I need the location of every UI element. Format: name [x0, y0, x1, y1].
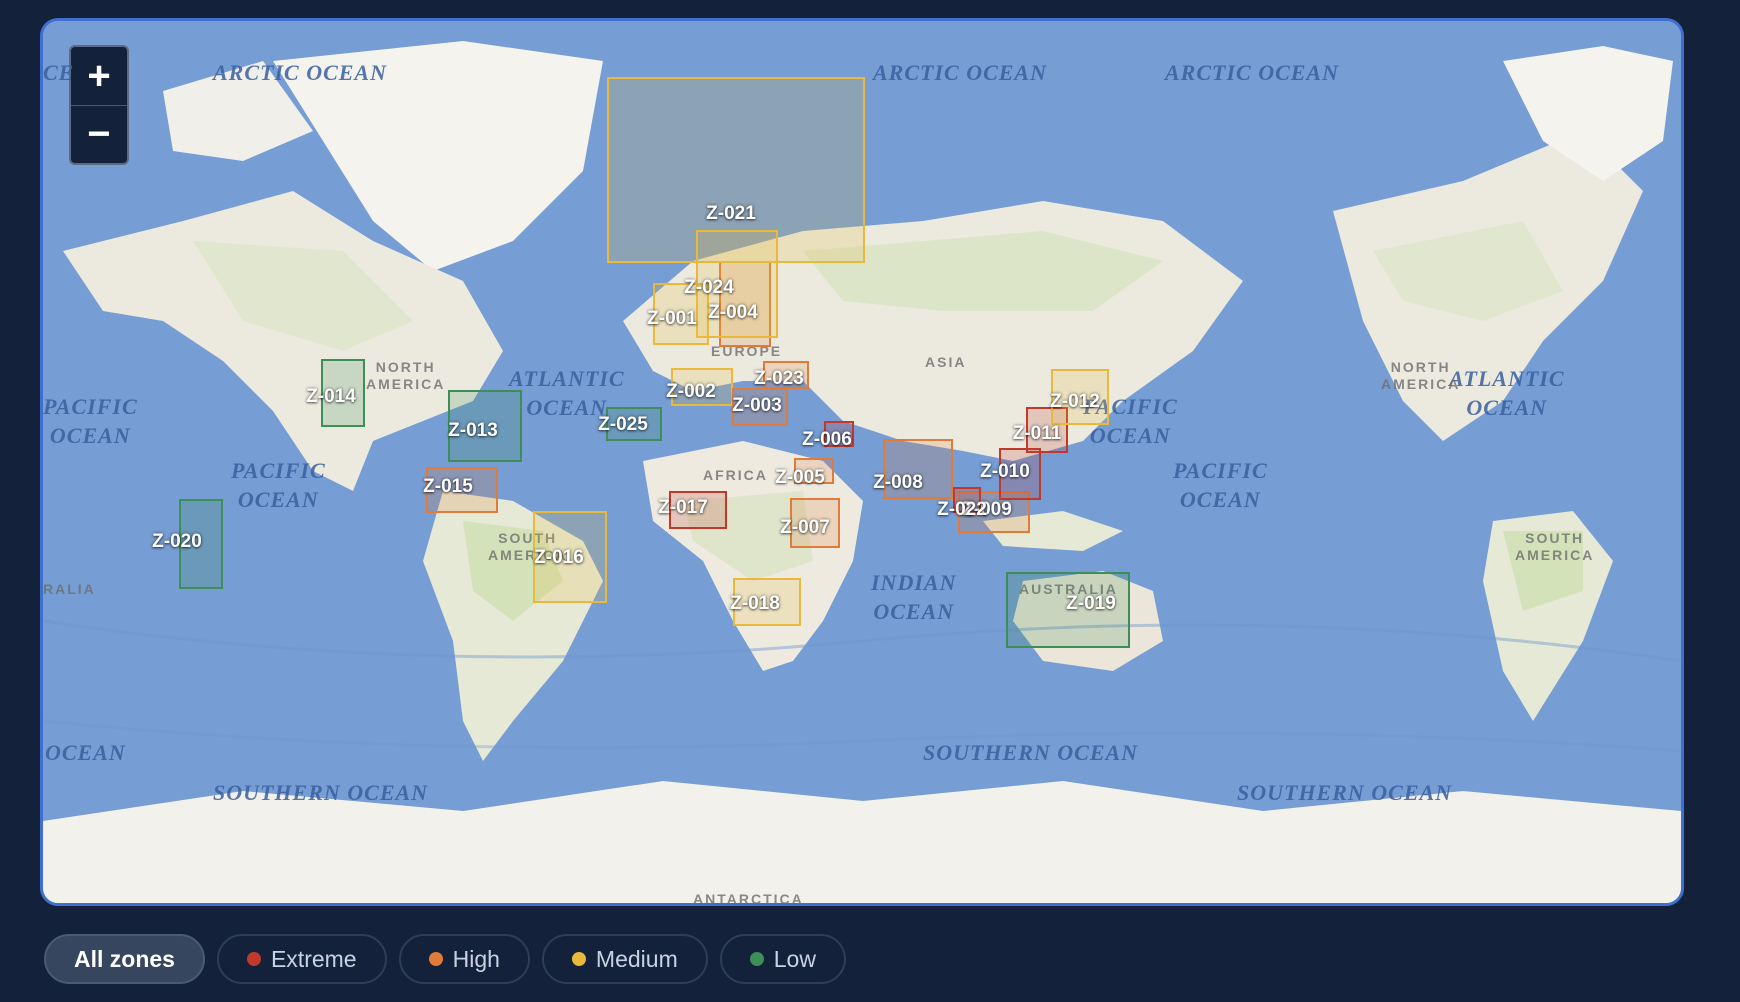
zoom-out-button[interactable]: −: [71, 104, 127, 164]
filter-chip-label: Extreme: [270, 945, 357, 972]
risk-zone-z-015[interactable]: [426, 467, 498, 513]
filter-chip-low[interactable]: Low: [719, 934, 846, 984]
zoom-control: + −: [69, 45, 129, 165]
risk-zone-z-012[interactable]: [1051, 369, 1109, 425]
risk-zone-z-018[interactable]: [733, 578, 801, 626]
risk-zone-z-017[interactable]: [669, 491, 727, 529]
risk-zone-z-005[interactable]: [794, 458, 834, 484]
risk-dot-icon: [749, 952, 764, 966]
risk-zone-z-008[interactable]: [883, 439, 953, 499]
risk-zone-z-025[interactable]: [606, 407, 662, 441]
risk-dot-icon: [428, 952, 443, 966]
risk-zone-z-002[interactable]: [671, 368, 733, 406]
risk-zone-z-022[interactable]: [953, 487, 981, 513]
risk-zone-z-023[interactable]: [763, 361, 809, 389]
filter-chip-label: Low: [773, 945, 816, 972]
risk-zone-z-019[interactable]: [1006, 572, 1130, 648]
risk-dot-icon: [571, 952, 586, 966]
risk-zone-z-010[interactable]: [999, 448, 1041, 500]
risk-zone-z-014[interactable]: [321, 359, 365, 427]
filter-chip-medium[interactable]: Medium: [541, 934, 708, 984]
filter-chip-label: Medium: [595, 945, 678, 972]
risk-dot-icon: [246, 952, 261, 966]
filter-chip-extreme[interactable]: Extreme: [216, 934, 387, 984]
zoom-in-button[interactable]: +: [71, 47, 127, 105]
filter-chip-label: High: [452, 945, 500, 972]
risk-zone-z-013[interactable]: [448, 390, 522, 462]
filter-chip-high[interactable]: High: [398, 934, 530, 984]
risk-zone-z-007[interactable]: [790, 498, 840, 548]
risk-zone-z-006[interactable]: [824, 421, 854, 447]
risk-zone-z-003[interactable]: [732, 388, 788, 426]
risk-filter-bar: All zones Extreme High Medium Low: [44, 934, 846, 984]
risk-zone-z-024[interactable]: [696, 230, 778, 338]
risk-zone-z-016[interactable]: [533, 511, 607, 603]
risk-zone-z-020[interactable]: [179, 499, 223, 589]
filter-chip-label: All zones: [74, 945, 175, 972]
map-view[interactable]: + − ARCTIC OCEAN ARCTIC OCEAN ARCTIC OCEAN…: [40, 18, 1684, 906]
filter-chip-all-zones[interactable]: All zones: [44, 934, 205, 984]
